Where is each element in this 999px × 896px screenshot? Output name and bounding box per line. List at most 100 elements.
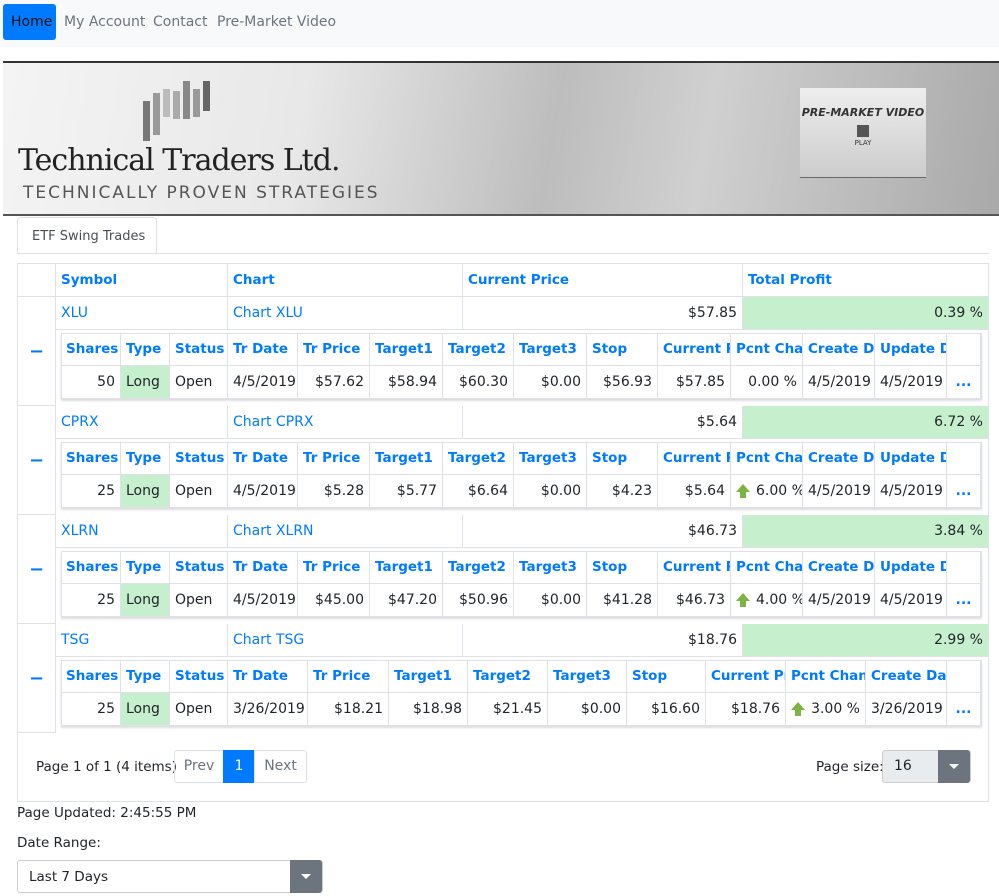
trades-grid: Page 1 of 1 (4 items) Prev 1 Next Page s… bbox=[17, 263, 989, 802]
detail-header-stop[interactable]: Stop bbox=[587, 333, 658, 366]
detail-header-tr_price[interactable]: Tr Price bbox=[298, 442, 370, 475]
detail-header-status[interactable]: Status bbox=[170, 333, 228, 366]
detail-t2-value: $60.30 bbox=[459, 374, 508, 390]
next-button[interactable]: Next bbox=[254, 750, 307, 783]
detail-header-t3[interactable]: Target3 bbox=[514, 333, 587, 366]
detail-tr_price-value: $45.00 bbox=[315, 592, 364, 608]
detail-header-status[interactable]: Status bbox=[170, 660, 228, 693]
detail-header-create[interactable]: Create Date bbox=[803, 442, 875, 475]
header-total-profit[interactable]: Total Profit bbox=[743, 264, 989, 297]
detail-header-pct[interactable]: Pcnt Change bbox=[731, 551, 803, 584]
detail-header-t2[interactable]: Target2 bbox=[468, 660, 548, 693]
detail-header-shares[interactable]: Shares bbox=[61, 551, 121, 584]
detail-header-t2[interactable]: Target2 bbox=[443, 442, 514, 475]
detail-update-value: 4/5/2019 bbox=[880, 592, 943, 608]
collapse-toggle[interactable]: − bbox=[18, 624, 56, 733]
detail-header-empty bbox=[947, 333, 981, 366]
detail-header-t1[interactable]: Target1 bbox=[370, 333, 443, 366]
chart-link[interactable]: Chart XLRN bbox=[228, 515, 463, 548]
detail-create: 4/5/2019 bbox=[803, 475, 875, 508]
more-actions-button[interactable]: ... bbox=[947, 366, 981, 399]
detail-header-type[interactable]: Type bbox=[121, 551, 170, 584]
detail-header-type[interactable]: Type bbox=[121, 333, 170, 366]
chevron-down-icon[interactable] bbox=[938, 750, 970, 783]
detail-header-update[interactable]: Update Date bbox=[875, 442, 947, 475]
chevron-down-icon[interactable] bbox=[290, 860, 322, 893]
prev-button[interactable]: Prev bbox=[174, 750, 224, 783]
detail-header-type[interactable]: Type bbox=[121, 442, 170, 475]
collapse-toggle[interactable]: − bbox=[18, 297, 56, 406]
detail-t1-value: $18.98 bbox=[413, 701, 462, 717]
header-chart[interactable]: Chart bbox=[228, 264, 463, 297]
detail-header-create[interactable]: Create Date bbox=[803, 551, 875, 584]
detail-header-shares[interactable]: Shares bbox=[61, 333, 121, 366]
detail-header-status[interactable]: Status bbox=[170, 442, 228, 475]
detail-header-create[interactable]: Create Date bbox=[803, 333, 875, 366]
symbol-link[interactable]: XLRN bbox=[56, 515, 228, 548]
detail-header-pct[interactable]: Pcnt Change bbox=[731, 333, 803, 366]
detail-header-tr_date[interactable]: Tr Date bbox=[228, 442, 298, 475]
detail-header-tr_price[interactable]: Tr Price bbox=[298, 333, 370, 366]
date-range-select[interactable]: Last 7 Days bbox=[17, 860, 323, 893]
detail-header-stop[interactable]: Stop bbox=[587, 551, 658, 584]
detail-header-cur[interactable]: Current Price bbox=[658, 333, 731, 366]
detail-header-create[interactable]: Create Date bbox=[866, 660, 947, 693]
pre-market-video-thumbnail[interactable]: PRE-MARKET VIDEO PLAY bbox=[800, 88, 926, 178]
detail-header-cur[interactable]: Current Price bbox=[658, 551, 731, 584]
detail-header-type[interactable]: Type bbox=[121, 660, 170, 693]
detail-header-stop[interactable]: Stop bbox=[627, 660, 706, 693]
detail-tr_date-value: 4/5/2019 bbox=[233, 483, 296, 499]
header-symbol[interactable]: Symbol bbox=[56, 264, 228, 297]
nav-contact[interactable]: Contact bbox=[153, 4, 207, 40]
detail-header-tr_date[interactable]: Tr Date bbox=[228, 660, 308, 693]
play-icon[interactable] bbox=[857, 125, 869, 137]
detail-header-t1[interactable]: Target1 bbox=[389, 660, 468, 693]
detail-header-tr_price[interactable]: Tr Price bbox=[308, 660, 389, 693]
detail-tr_date-value: 4/5/2019 bbox=[233, 592, 296, 608]
detail-header-t2[interactable]: Target2 bbox=[443, 333, 514, 366]
page-1-button[interactable]: 1 bbox=[223, 750, 255, 783]
detail-header-pct[interactable]: Pcnt Change bbox=[731, 442, 803, 475]
detail-header-t3[interactable]: Target3 bbox=[514, 551, 587, 584]
collapse-toggle[interactable]: − bbox=[18, 406, 56, 515]
detail-update-value: 4/5/2019 bbox=[880, 374, 943, 390]
detail-header-t1[interactable]: Target1 bbox=[370, 442, 443, 475]
detail-header-status[interactable]: Status bbox=[170, 551, 228, 584]
detail-header-t2[interactable]: Target2 bbox=[443, 551, 514, 584]
nav-my-account[interactable]: My Account bbox=[64, 4, 145, 40]
detail-header-tr_date[interactable]: Tr Date bbox=[228, 333, 298, 366]
detail-header-pct[interactable]: Pcnt Change bbox=[786, 660, 866, 693]
more-actions-button[interactable]: ... bbox=[947, 584, 981, 617]
detail-header-update[interactable]: Update Date bbox=[875, 551, 947, 584]
chart-link[interactable]: Chart XLU bbox=[228, 297, 463, 330]
detail-header-t3[interactable]: Target3 bbox=[514, 442, 587, 475]
detail-type-value: Long bbox=[126, 592, 160, 608]
symbol-link[interactable]: XLU bbox=[56, 297, 228, 330]
detail-header-cur[interactable]: Current Price bbox=[658, 442, 731, 475]
page-size-select[interactable]: 16 bbox=[882, 750, 971, 783]
detail-header-update[interactable]: Update Date bbox=[875, 333, 947, 366]
more-actions-button[interactable]: ... bbox=[947, 693, 981, 726]
nav-home[interactable]: Home bbox=[3, 4, 56, 40]
detail-t2-value: $6.64 bbox=[467, 483, 508, 499]
symbol-link[interactable]: TSG bbox=[56, 624, 228, 657]
detail-header-stop[interactable]: Stop bbox=[587, 442, 658, 475]
detail-status-value: Open bbox=[175, 483, 213, 499]
header-current-price[interactable]: Current Price bbox=[463, 264, 743, 297]
detail-header-shares[interactable]: Shares bbox=[61, 660, 121, 693]
chart-link[interactable]: Chart CPRX bbox=[228, 406, 463, 439]
tab-etf-swing-trades[interactable]: ETF Swing Trades bbox=[17, 217, 157, 254]
detail-header-t3[interactable]: Target3 bbox=[548, 660, 627, 693]
chart-link[interactable]: Chart TSG bbox=[228, 624, 463, 657]
symbol-link[interactable]: CPRX bbox=[56, 406, 228, 439]
more-actions-button[interactable]: ... bbox=[947, 475, 981, 508]
detail-header-shares[interactable]: Shares bbox=[61, 442, 121, 475]
nav-pre-market-video[interactable]: Pre-Market Video bbox=[217, 4, 336, 40]
detail-header-t1[interactable]: Target1 bbox=[370, 551, 443, 584]
detail-cur-value: $46.73 bbox=[676, 592, 725, 608]
detail-header-tr_date[interactable]: Tr Date bbox=[228, 551, 298, 584]
collapse-toggle[interactable]: − bbox=[18, 515, 56, 624]
detail-header-tr_price[interactable]: Tr Price bbox=[298, 551, 370, 584]
detail-create-value: 4/5/2019 bbox=[808, 592, 871, 608]
detail-header-cur[interactable]: Current Price bbox=[706, 660, 786, 693]
